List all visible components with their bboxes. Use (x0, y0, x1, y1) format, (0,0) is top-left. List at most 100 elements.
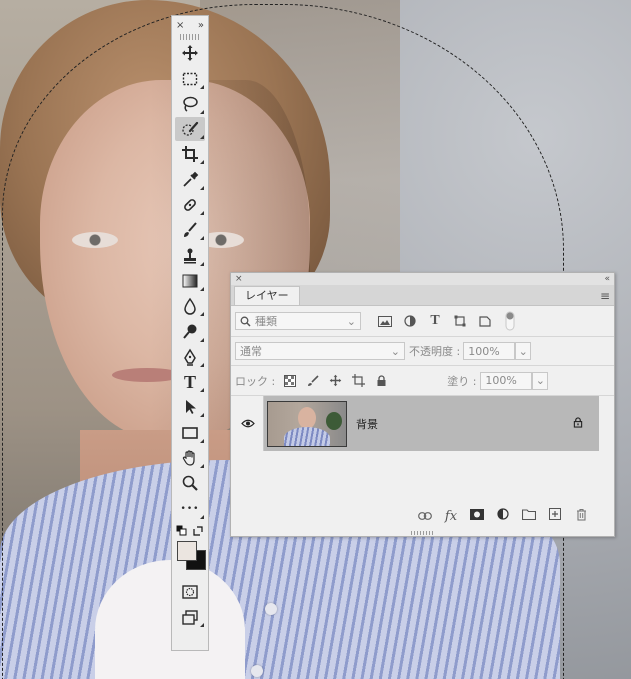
close-icon[interactable]: × (176, 20, 184, 31)
thumbnail-plant (326, 411, 342, 430)
photo-shirt-button (251, 665, 263, 677)
more-tools-icon[interactable]: ••• (175, 497, 205, 521)
zoom-tool-icon[interactable] (175, 471, 205, 495)
link-layers-icon[interactable] (412, 509, 438, 524)
layers-panel-tabs: レイヤー ≡ (231, 285, 614, 306)
screen-mode-icon[interactable] (175, 605, 205, 629)
adjustment-layer-filter-icon[interactable] (401, 312, 419, 330)
layer-visibility-toggle[interactable] (232, 396, 264, 451)
tool-submenu-indicator (200, 236, 204, 241)
thumbnail-shirt (284, 426, 330, 446)
move-tool-icon[interactable] (175, 41, 205, 65)
layer-row[interactable]: 背景 (232, 396, 599, 451)
filter-toggle-switch[interactable] (501, 311, 519, 331)
brush-tool-icon[interactable] (175, 218, 205, 242)
collapse-panel-icon[interactable]: « (604, 274, 610, 284)
swap-colors-icon[interactable] (192, 525, 204, 537)
layer-thumbnail[interactable] (267, 400, 347, 447)
rectangle-tool-icon[interactable] (175, 421, 205, 445)
type-tool-icon[interactable]: T (175, 370, 205, 394)
pixel-layer-filter-icon[interactable] (376, 312, 394, 330)
eye-icon[interactable] (240, 419, 255, 428)
shape-layer-filter-icon[interactable] (451, 312, 469, 330)
layers-panel-footer: fx (231, 504, 614, 528)
quick-mask-mode-icon[interactable] (175, 580, 205, 604)
hand-tool-icon[interactable] (175, 446, 205, 470)
opacity-value: 100% (468, 344, 500, 358)
tool-submenu-indicator (200, 211, 204, 216)
blend-opacity-row: 通常 ⌄ 不透明度 : 100% ⌄ (231, 337, 614, 366)
panel-resize-handle[interactable] (411, 531, 435, 535)
tool-submenu-indicator (200, 623, 204, 628)
photo-shirt-button (265, 603, 277, 615)
type-layer-filter-icon[interactable]: T (426, 312, 444, 330)
tool-submenu-indicator (200, 362, 204, 367)
opacity-input[interactable]: 100% (463, 342, 516, 360)
tool-submenu-indicator (200, 413, 204, 418)
lock-position-icon[interactable] (327, 372, 344, 389)
type-tool-glyph: T (183, 371, 196, 392)
tool-submenu-indicator (200, 185, 204, 190)
tool-submenu-indicator (200, 514, 204, 519)
close-icon[interactable]: × (235, 274, 243, 284)
opacity-slider-button[interactable]: ⌄ (515, 342, 532, 360)
tools-panel-header: × » (172, 16, 208, 34)
lasso-tool-icon[interactable] (175, 92, 205, 116)
chevron-down-icon: ⌄ (346, 314, 356, 328)
layer-style-fx-icon[interactable]: fx (438, 509, 464, 524)
chevron-down-icon: ⌄ (535, 374, 546, 387)
dodge-tool-icon[interactable] (175, 320, 205, 344)
photo-left-eye (72, 232, 118, 248)
collapse-panel-icon[interactable]: » (198, 20, 204, 31)
add-layer-mask-icon[interactable] (464, 508, 490, 524)
layers-panel: × « レイヤー ≡ 種類 ⌄ T 通常 ⌄ 不透明度: 100% ⌄ ロック… (230, 272, 615, 537)
tool-submenu-indicator (200, 135, 204, 140)
healing-brush-tool-icon[interactable] (175, 193, 205, 217)
layer-lock-icon[interactable] (573, 416, 583, 431)
pen-tool-icon[interactable] (175, 345, 205, 369)
crop-tool-icon[interactable] (175, 142, 205, 166)
rectangular-marquee-tool-icon[interactable] (175, 67, 205, 91)
foreground-color-swatch[interactable] (177, 540, 197, 561)
clone-stamp-tool-icon[interactable] (175, 244, 205, 268)
default-colors-icon[interactable] (176, 525, 188, 537)
layers-panel-titlebar[interactable]: × « (231, 273, 614, 285)
filter-kind-dropdown[interactable]: 種類 ⌄ (235, 312, 361, 330)
tool-submenu-indicator (200, 388, 204, 393)
fill-input[interactable]: 100% (480, 371, 533, 390)
new-layer-icon[interactable] (542, 508, 568, 524)
tool-submenu-indicator (200, 286, 204, 291)
tab-layers[interactable]: レイヤー (234, 286, 300, 305)
layer-filter-row: 種類 ⌄ T (231, 306, 614, 337)
eyedropper-tool-icon[interactable] (175, 168, 205, 192)
lock-all-icon[interactable] (373, 372, 390, 389)
lock-image-pixels-icon[interactable] (304, 372, 321, 389)
blur-tool-icon[interactable] (175, 294, 205, 318)
thumbnail-face (298, 406, 316, 429)
delete-layer-trash-icon[interactable] (568, 508, 594, 525)
panel-menu-icon[interactable]: ≡ (600, 289, 610, 303)
quick-selection-tool-icon[interactable] (175, 117, 205, 142)
chevron-down-icon: ⌄ (390, 344, 400, 358)
new-adjustment-layer-icon[interactable] (490, 508, 516, 524)
filter-kind-label: 種類 (255, 315, 277, 328)
opacity-label: 不透明度 : (409, 345, 461, 358)
lock-fill-row: ロック : 塗り : 100% ⌄ (231, 366, 614, 396)
blend-mode-value: 通常 (240, 345, 262, 358)
gradient-tool-icon[interactable] (175, 269, 205, 293)
path-selection-tool-icon[interactable] (175, 395, 205, 419)
tool-submenu-indicator (200, 109, 204, 114)
new-group-folder-icon[interactable] (516, 508, 542, 524)
lock-transparent-pixels-icon[interactable] (281, 372, 298, 389)
search-icon (240, 316, 251, 327)
panel-drag-handle[interactable] (180, 34, 200, 40)
tool-submenu-indicator (200, 261, 204, 266)
more-tools-glyph: ••• (180, 503, 200, 514)
fill-slider-button[interactable]: ⌄ (532, 371, 549, 390)
layer-name[interactable]: 背景 (356, 416, 378, 432)
lock-artboard-icon[interactable] (350, 372, 367, 389)
tool-submenu-indicator (200, 84, 204, 89)
tools-panel: × » T ••• (171, 15, 209, 651)
smart-object-filter-icon[interactable] (476, 312, 494, 330)
blend-mode-dropdown[interactable]: 通常 ⌄ (235, 342, 405, 360)
